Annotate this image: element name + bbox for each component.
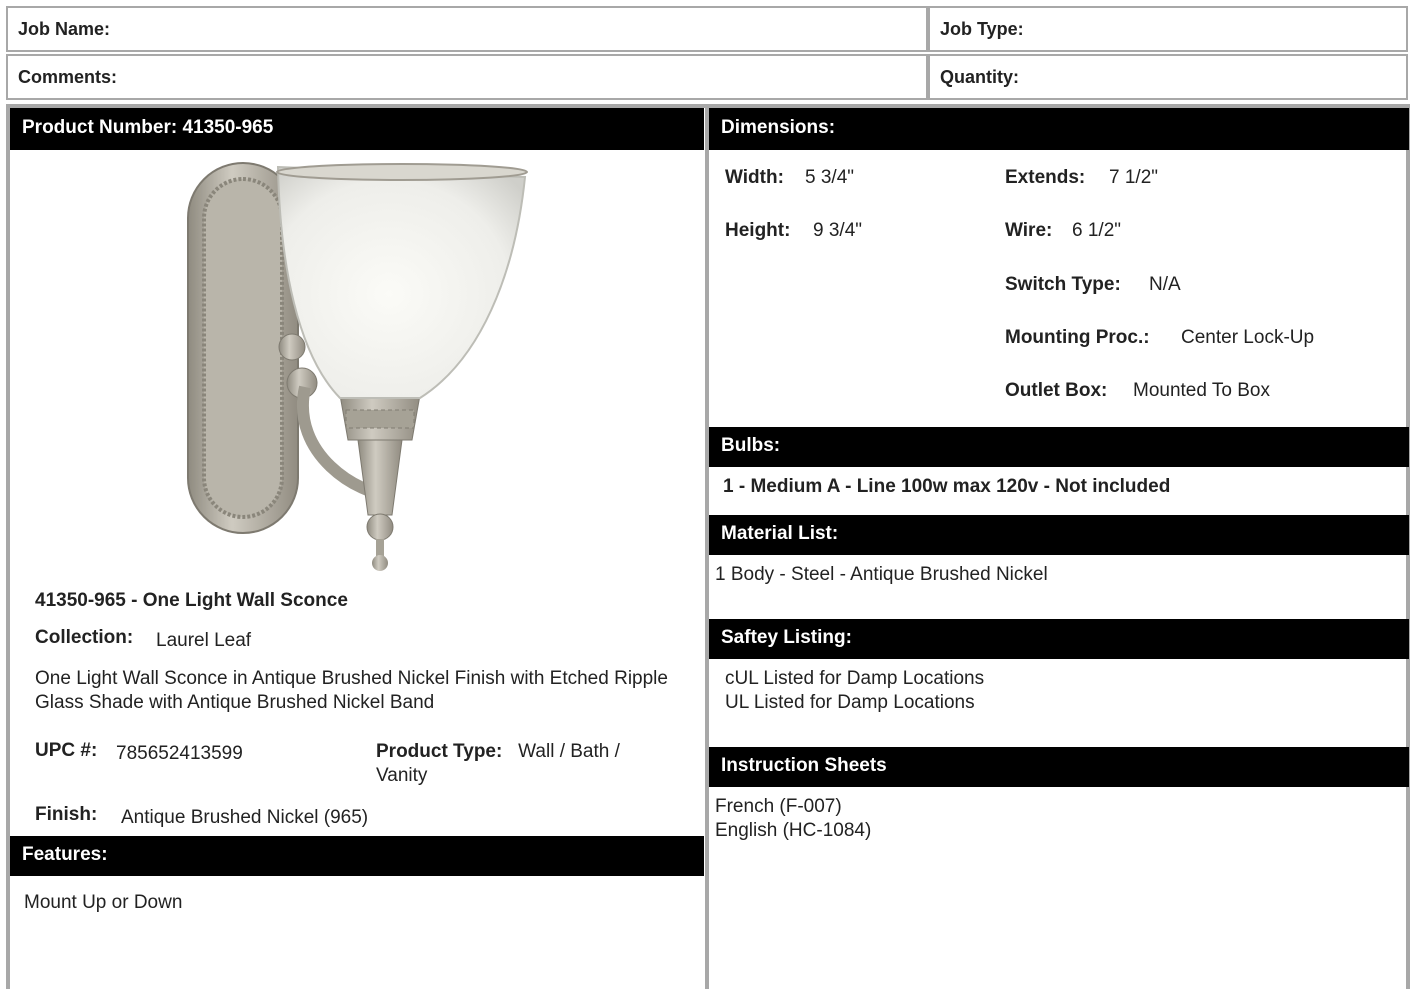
- quantity-cell: Quantity:: [928, 54, 1408, 100]
- material-item: 1 Body - Steel - Antique Brushed Nickel: [715, 564, 1048, 585]
- material-list-bar: Material List:: [709, 515, 1409, 555]
- width-label: Width:: [725, 167, 784, 188]
- job-type-cell: Job Type:: [928, 6, 1408, 52]
- instruction-link-french[interactable]: French (F-007): [715, 795, 842, 819]
- quantity-label: Quantity:: [940, 67, 1019, 87]
- outlet-box-value: Mounted To Box: [1133, 380, 1270, 401]
- safety-listing-bar: Saftey Listing:: [709, 619, 1409, 659]
- collection-value: Laurel Leaf: [156, 630, 252, 651]
- extends-value: 7 1/2": [1109, 167, 1159, 188]
- safety-item: cUL Listed for Damp Locations: [725, 668, 985, 689]
- upc-value: 785652413599: [116, 743, 243, 764]
- comments-label: Comments:: [18, 67, 118, 87]
- product-type: Product Type: Wall / Bath / Vanity: [376, 740, 676, 788]
- mounting-label: Mounting Proc.:: [1005, 327, 1150, 348]
- width-value: 5 3/4": [805, 167, 855, 188]
- safety-item: UL Listed for Damp Locations: [725, 692, 975, 713]
- instruction-sheets-bar: Instruction Sheets: [709, 747, 1409, 787]
- mounting-value: Center Lock-Up: [1181, 327, 1315, 348]
- height-label: Height:: [725, 220, 791, 241]
- product-type-label: Product Type:: [376, 741, 503, 762]
- switch-type-label: Switch Type:: [1005, 274, 1121, 295]
- wall-sconce-illustration: [187, 162, 528, 571]
- outlet-box-label: Outlet Box:: [1005, 380, 1108, 401]
- comments-cell: Comments:: [6, 54, 928, 100]
- finish-label: Finish:: [35, 804, 98, 825]
- instruction-link-english[interactable]: English (HC-1084): [715, 819, 871, 843]
- job-type-label: Job Type:: [940, 19, 1024, 39]
- switch-type-value: N/A: [1149, 274, 1181, 295]
- product-title: 41350-965 - One Light Wall Sconce: [35, 590, 348, 611]
- finish-value: Antique Brushed Nickel (965): [121, 807, 369, 828]
- extends-label: Extends:: [1005, 167, 1086, 188]
- upc-label: UPC #:: [35, 740, 98, 761]
- feature-item: Mount Up or Down: [24, 892, 183, 913]
- job-name-cell: Job Name:: [6, 6, 928, 52]
- dimensions-bar: Dimensions:: [709, 108, 1409, 150]
- product-description: One Light Wall Sconce in Antique Brushed…: [35, 668, 668, 713]
- bulbs-bar: Bulbs:: [709, 427, 1409, 467]
- collection-label: Collection:: [35, 627, 134, 648]
- product-image: [180, 155, 540, 580]
- bulbs-value: 1 - Medium A - Line 100w max 120v - Not …: [723, 476, 1171, 497]
- wire-label: Wire:: [1005, 220, 1053, 241]
- product-number-bar: Product Number: 41350-965: [10, 108, 704, 150]
- wire-value: 6 1/2": [1072, 220, 1122, 241]
- height-value: 9 3/4": [813, 220, 863, 241]
- features-bar: Features:: [10, 836, 704, 876]
- job-name-label: Job Name:: [18, 19, 111, 39]
